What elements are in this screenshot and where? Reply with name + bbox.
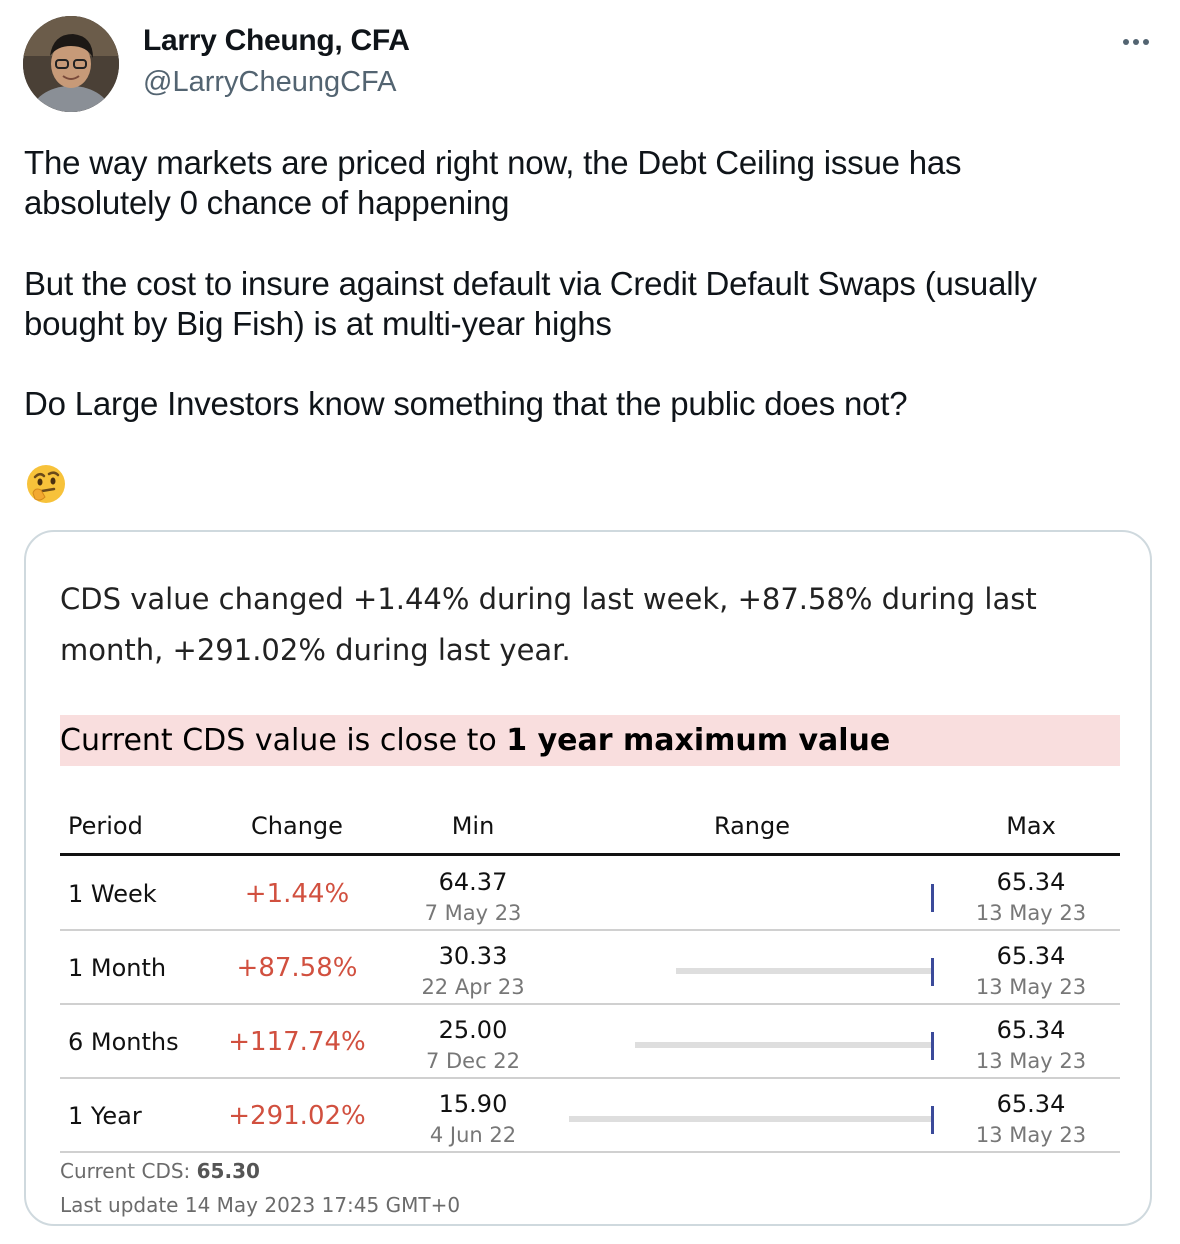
thinking-face-emoji-icon bbox=[25, 463, 67, 505]
author-handle[interactable]: @LarryCheungCFA bbox=[143, 66, 397, 99]
header-max: Max bbox=[1006, 812, 1056, 840]
tweet-text-line: Do Large Investors know something that t… bbox=[24, 385, 908, 422]
row-max-value: 65.34 bbox=[996, 1090, 1066, 1118]
current-cds-value: 65.30 bbox=[196, 1159, 260, 1183]
cds-summary-text: CDS value changed +1.44% during last wee… bbox=[60, 574, 1130, 676]
row-change: +117.74% bbox=[228, 1027, 366, 1057]
table-header-divider bbox=[60, 853, 1120, 856]
row-min-date: 7 Dec 22 bbox=[425, 1049, 521, 1073]
row-min-value: 64.37 bbox=[438, 868, 508, 896]
row-min-date: 7 May 23 bbox=[424, 901, 522, 925]
more-options-icon[interactable] bbox=[1114, 28, 1158, 56]
row-change: +87.58% bbox=[236, 953, 358, 983]
header-range: Range bbox=[713, 812, 791, 840]
row-min-date: 4 Jun 22 bbox=[429, 1123, 517, 1147]
current-cds: Current CDS: 65.30 bbox=[60, 1159, 260, 1183]
summary-line: CDS value changed +1.44% during last wee… bbox=[60, 582, 1037, 616]
header-change: Change bbox=[251, 812, 343, 840]
row-change: +1.44% bbox=[244, 879, 350, 909]
row-min-value: 25.00 bbox=[438, 1016, 508, 1044]
row-max-value: 65.34 bbox=[996, 942, 1066, 970]
author-name[interactable]: Larry Cheung, CFA bbox=[143, 24, 410, 58]
row-divider bbox=[60, 1151, 1120, 1153]
row-divider bbox=[60, 1003, 1120, 1005]
tweet-text-line: absolutely 0 chance of happening bbox=[24, 184, 510, 221]
summary-line: month, +291.02% during last year. bbox=[60, 633, 571, 667]
row-max-date: 13 May 23 bbox=[975, 901, 1087, 925]
range-bar bbox=[635, 1042, 932, 1048]
row-max-value: 65.34 bbox=[996, 868, 1066, 896]
range-bar bbox=[569, 1116, 932, 1122]
row-divider bbox=[60, 1077, 1120, 1079]
tweet-text-line: bought by Big Fish) is at multi-year hig… bbox=[24, 305, 612, 342]
row-divider bbox=[60, 929, 1120, 931]
row-max-date: 13 May 23 bbox=[975, 975, 1087, 999]
header-period: Period bbox=[68, 812, 143, 840]
row-min-date: 22 Apr 23 bbox=[421, 975, 525, 999]
tweet-text-line: But the cost to insure against default v… bbox=[24, 265, 1037, 302]
row-max-value: 65.34 bbox=[996, 1016, 1066, 1044]
row-min-value: 15.90 bbox=[438, 1090, 508, 1118]
max-value-banner: Current CDS value is close to 1 year max… bbox=[60, 715, 1120, 766]
banner-bold-text: 1 year maximum value bbox=[506, 723, 891, 758]
avatar[interactable] bbox=[23, 16, 119, 112]
row-change: +291.02% bbox=[228, 1101, 366, 1131]
row-period: 1 Month bbox=[68, 954, 167, 982]
range-bar bbox=[676, 968, 932, 974]
row-period: 1 Year bbox=[68, 1102, 142, 1130]
row-min-value: 30.33 bbox=[438, 942, 508, 970]
banner-text: Current CDS value is close to bbox=[60, 723, 507, 758]
row-max-date: 13 May 23 bbox=[975, 1049, 1087, 1073]
row-period: 1 Week bbox=[68, 880, 157, 908]
row-period: 6 Months bbox=[68, 1028, 179, 1056]
tweet-text-line: The way markets are priced right now, th… bbox=[24, 144, 962, 181]
header-min: Min bbox=[451, 812, 495, 840]
current-cds-label: Current CDS: bbox=[60, 1159, 197, 1183]
row-max-date: 13 May 23 bbox=[975, 1123, 1087, 1147]
last-update: Last update 14 May 2023 17:45 GMT+0 bbox=[60, 1193, 461, 1217]
